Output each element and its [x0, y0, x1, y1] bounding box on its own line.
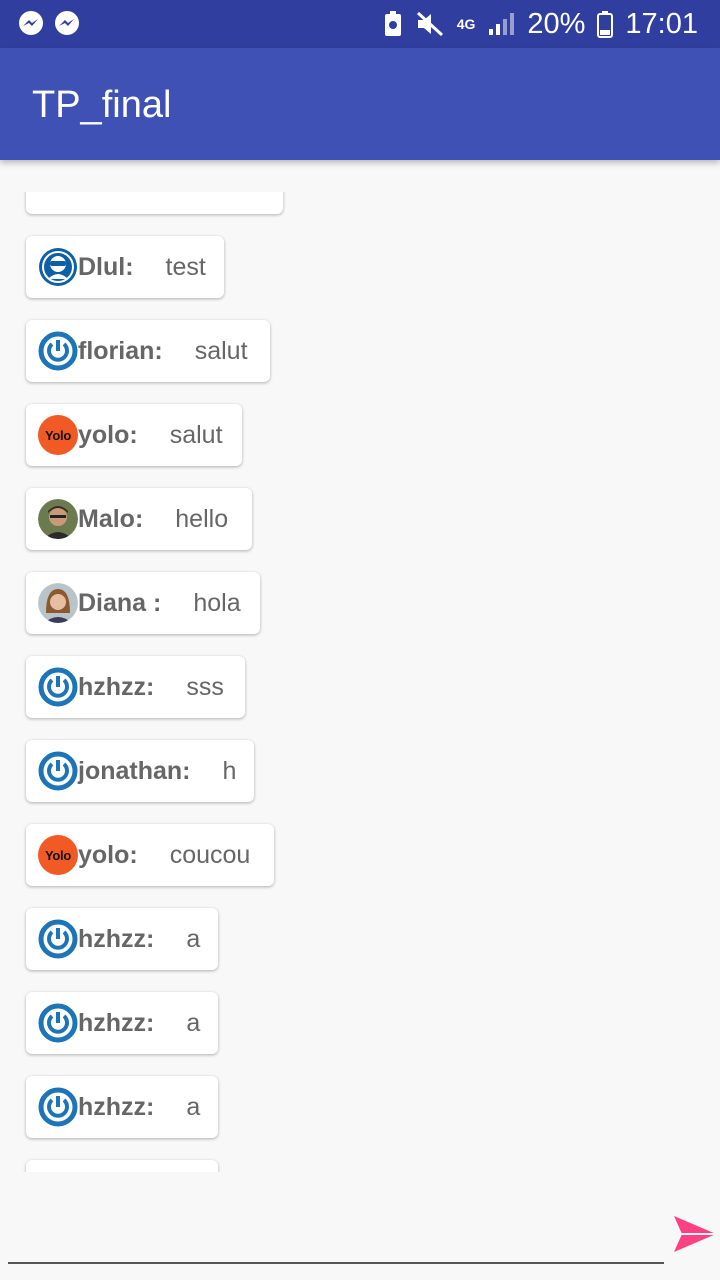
- astronaut-avatar-icon: [39, 248, 77, 286]
- message-text: salut: [169, 420, 223, 449]
- clock: 17:01: [625, 7, 698, 40]
- send-icon[interactable]: [672, 1214, 718, 1254]
- message-author: Dlul:: [78, 252, 134, 281]
- chat-message: Yolo yolo: coucou: [26, 824, 274, 886]
- message-input[interactable]: [8, 1262, 664, 1264]
- avatar: [38, 667, 78, 707]
- user-photo-icon: [38, 583, 78, 623]
- message-text: a: [186, 1092, 201, 1121]
- avatar: [38, 331, 78, 371]
- avatar: Yolo: [38, 835, 78, 875]
- message-text: hello: [175, 504, 229, 533]
- message-author: hzhzz:: [78, 1008, 155, 1037]
- power-icon: [38, 667, 78, 707]
- chat-message: Dlul: test: [26, 236, 224, 298]
- message-author: hzhzz:: [78, 924, 155, 953]
- signal-icon: [489, 13, 515, 35]
- message-author: hzhzz:: [78, 672, 155, 701]
- message-author: Diana :: [78, 588, 162, 617]
- chat-message: Yolo yolo: salut: [26, 404, 242, 466]
- power-icon: [38, 1003, 78, 1043]
- avatar: [38, 499, 78, 539]
- chat-message: florian: salut: [26, 320, 270, 382]
- user-photo-icon: [38, 499, 78, 539]
- app-bar: TP_final: [0, 48, 720, 160]
- message-text: sss: [186, 672, 224, 701]
- message-author: jonathan:: [78, 756, 191, 785]
- avatar: [38, 1003, 78, 1043]
- chat-message: hzhzz: a: [26, 992, 218, 1054]
- network-type: 4G: [456, 16, 476, 32]
- chat-message: hzhzz: sss: [26, 656, 245, 718]
- avatar: Yolo: [38, 415, 78, 455]
- battery-saver-icon: [384, 11, 401, 36]
- message-author: florian:: [78, 336, 163, 365]
- chat-message: Diana : hola: [26, 572, 260, 634]
- message-author: hzhzz:: [78, 1092, 155, 1121]
- battery-percent: 20%: [527, 7, 586, 40]
- avatar: [38, 583, 78, 623]
- chat-message: hzhzz: a: [26, 1076, 218, 1138]
- chat-message: [26, 192, 283, 214]
- chat-message: jonathan: h: [26, 740, 254, 802]
- avatar: [38, 751, 78, 791]
- messenger-icon: [19, 11, 43, 35]
- message-text: hola: [193, 588, 241, 617]
- app-title: TP_final: [32, 84, 172, 126]
- chat-message: Malo: hello: [26, 488, 252, 550]
- chat-message: [26, 1160, 218, 1172]
- message-author: yolo:: [78, 420, 138, 449]
- avatar: [38, 1087, 78, 1127]
- system-status: 4G 20% 17:01: [383, 6, 698, 42]
- message-text: test: [165, 252, 206, 281]
- messenger-icon: [55, 11, 79, 35]
- message-author: Malo:: [78, 504, 144, 533]
- avatar: [38, 247, 78, 287]
- yolo-logo: Yolo: [45, 427, 71, 443]
- status-bar: 4G 20% 17:01: [0, 0, 720, 48]
- power-icon: [38, 751, 78, 791]
- power-icon: [38, 1087, 78, 1127]
- notification-icons: [18, 11, 80, 37]
- message-text: h: [222, 756, 237, 785]
- message-text: coucou: [169, 840, 251, 869]
- message-text: a: [186, 924, 201, 953]
- power-icon: [38, 331, 78, 371]
- avatar: [38, 919, 78, 959]
- message-text: a: [186, 1008, 201, 1037]
- yolo-logo: Yolo: [45, 847, 71, 863]
- chat-list[interactable]: Dlul: test florian: salut Yolo yolo: sal…: [0, 192, 720, 1172]
- chat-message: hzhzz: a: [26, 908, 218, 970]
- power-icon: [38, 919, 78, 959]
- battery-icon: [597, 11, 614, 38]
- message-text: salut: [194, 336, 248, 365]
- mute-icon: [416, 11, 443, 37]
- message-author: yolo:: [78, 840, 138, 869]
